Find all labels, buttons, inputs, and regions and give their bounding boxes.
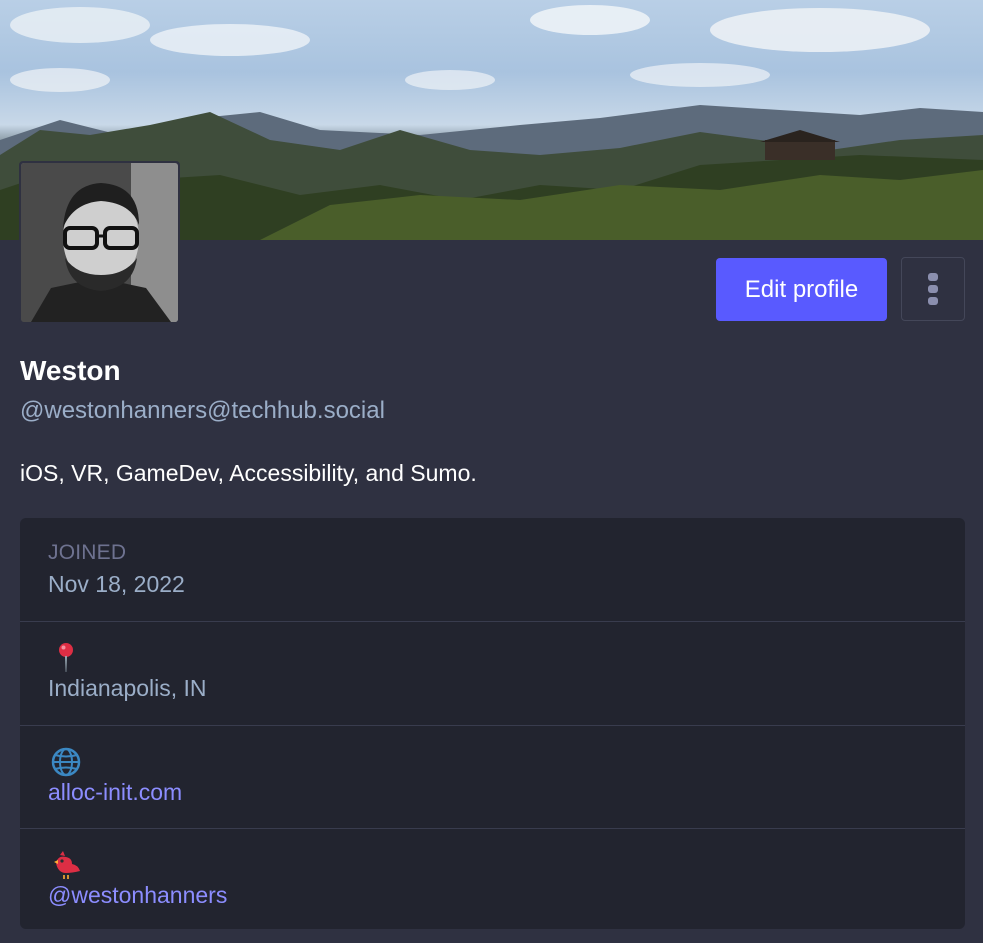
twitter-handle-link[interactable]: @westonhanners [48,882,227,909]
more-options-button[interactable] [901,257,965,321]
field-joined: JOINED Nov 18, 2022 [20,518,965,621]
profile-fields-card: JOINED Nov 18, 2022 Indianapolis, IN all… [20,518,965,929]
account-handle: @westonhanners@techhub.social [20,397,385,424]
profile-bio: iOS, VR, GameDev, Accessibility, and Sum… [20,460,477,486]
display-name: Weston [20,355,121,386]
field-location: Indianapolis, IN [20,621,965,725]
vertical-ellipsis-icon [928,273,938,305]
field-twitter: @westonhanners [20,828,965,929]
avatar-photo [21,163,178,322]
bird-icon [50,849,82,881]
joined-label: JOINED [48,541,127,564]
website-link[interactable]: alloc-init.com [48,779,182,806]
pushpin-icon [50,642,82,674]
joined-date: Nov 18, 2022 [48,571,185,597]
globe-icon [50,746,82,778]
location-value: Indianapolis, IN [48,675,207,701]
field-website: alloc-init.com [20,725,965,828]
avatar[interactable] [19,161,180,322]
edit-profile-button[interactable]: Edit profile [716,258,887,321]
